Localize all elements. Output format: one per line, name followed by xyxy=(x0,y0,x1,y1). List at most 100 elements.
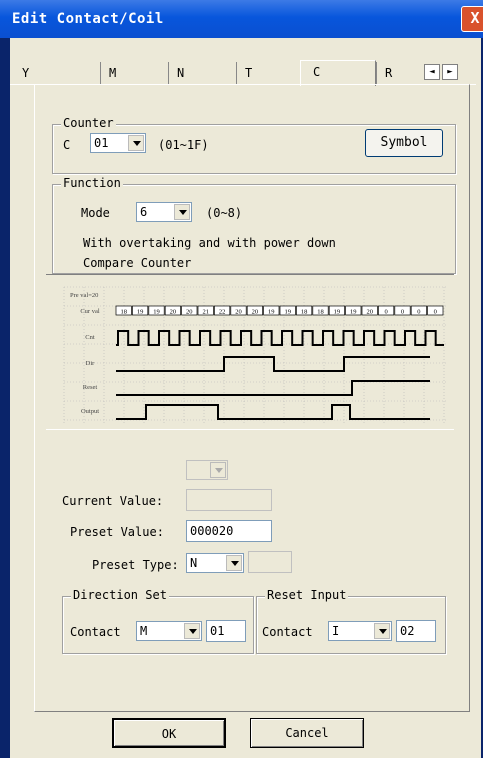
cur-val-text: 0 xyxy=(417,309,420,316)
reset-contact-type-select[interactable]: I xyxy=(328,621,392,641)
reset-contact-number-field[interactable]: 02 xyxy=(396,620,436,642)
output-wave xyxy=(116,404,430,420)
close-icon: X xyxy=(470,9,480,27)
mode-label: Mode xyxy=(81,206,110,220)
tab-scroll-left-button[interactable]: ◄ xyxy=(424,64,440,80)
cur-val-text: 18 xyxy=(301,309,308,316)
counter-c-label: C xyxy=(63,138,71,152)
timing-diagram: Pre val=20Cur valCntDirResetOutput 18 19 1… xyxy=(63,286,446,423)
tab-y[interactable]: Y xyxy=(14,62,72,84)
ok-button[interactable]: OK xyxy=(112,718,226,748)
timing-cur-values: 18 19 19 20 20 21 22 20 20 19 19 18 18 19 19 20 0 0 0 0 xyxy=(115,305,444,316)
reset-contact-label: Contact xyxy=(262,625,313,639)
cur-val-text: 22 xyxy=(219,309,226,316)
symbol-button[interactable]: Symbol xyxy=(365,129,443,157)
timing-row-label: Reset xyxy=(83,384,98,391)
cur-val-text: 19 xyxy=(350,309,357,316)
cur-val-text: 20 xyxy=(186,309,193,316)
tab-r[interactable]: R xyxy=(376,62,420,84)
direction-contact-type-select[interactable]: M xyxy=(136,621,202,641)
cur-val-text: 0 xyxy=(434,309,437,316)
chevron-down-icon xyxy=(210,462,226,478)
ok-button-label: OK xyxy=(161,727,177,741)
counter-range: (01~1F) xyxy=(158,138,209,152)
tab-label: N xyxy=(177,66,185,80)
tab-label: R xyxy=(385,66,393,80)
mode-select[interactable]: 6 xyxy=(136,202,192,222)
timing-row-label: Cur val xyxy=(80,308,100,315)
window-title: Edit Contact/Coil xyxy=(12,11,164,27)
tab-m[interactable]: M xyxy=(100,62,168,84)
counter-number-value: 01 xyxy=(94,136,109,150)
preset-value-field[interactable]: 000020 xyxy=(186,520,272,542)
current-type-select xyxy=(186,460,228,480)
cnt-wave xyxy=(116,330,444,346)
cur-val-text: 18 xyxy=(120,309,127,316)
timing-row-label: Cnt xyxy=(85,334,95,341)
symbol-button-label: Symbol xyxy=(380,135,428,150)
chevron-down-icon[interactable] xyxy=(128,135,144,151)
tab-label: M xyxy=(109,66,117,80)
timing-row-label: Dir xyxy=(86,360,96,367)
cur-val-text: 19 xyxy=(153,309,160,316)
cancel-button-label: Cancel xyxy=(285,726,329,740)
cur-val-text: 19 xyxy=(268,309,275,316)
function-description: With overtaking and with power down xyxy=(83,236,336,250)
function-legend: Function xyxy=(61,176,123,190)
reset-contact-type-value: I xyxy=(332,624,340,638)
preset-type-label: Preset Type: xyxy=(92,558,179,572)
timing-diagram-panel: Pre val=20 Cur val Cnt Dir Reset Output 18 19 1… xyxy=(46,274,454,430)
cur-val-text: 20 xyxy=(252,309,259,316)
right-arrow-icon: ► xyxy=(447,67,453,77)
cur-val-text: 20 xyxy=(170,309,177,316)
timing-waves xyxy=(116,330,444,420)
cur-val-text: 19 xyxy=(137,309,144,316)
reset-input-legend: Reset Input xyxy=(265,588,349,602)
preset-type-select[interactable]: N xyxy=(186,553,244,573)
direction-contact-number-field[interactable]: 01 xyxy=(206,620,246,642)
chevron-down-icon[interactable] xyxy=(374,623,390,639)
counter-number-select[interactable]: 01 xyxy=(90,133,146,153)
reset-wave xyxy=(116,380,430,396)
tab-scroll-right-button[interactable]: ► xyxy=(442,64,458,80)
current-value-field xyxy=(186,489,272,511)
chevron-down-icon[interactable] xyxy=(226,555,242,571)
preset-type-value: N xyxy=(190,556,198,570)
cur-val-text: 0 xyxy=(401,309,404,316)
tab-n[interactable]: N xyxy=(168,62,238,84)
timing-row-label: Output xyxy=(81,408,99,415)
function-description-2: Compare Counter xyxy=(83,256,192,270)
direction-contact-type-value: M xyxy=(140,624,148,638)
preset-extra-field xyxy=(248,551,292,573)
cur-val-text: 20 xyxy=(235,309,242,316)
mode-range: (0~8) xyxy=(206,206,243,220)
tab-label: C xyxy=(313,65,321,79)
tab-strip: Y M N T C R ◄ ► xyxy=(22,60,476,86)
chevron-down-icon[interactable] xyxy=(184,623,200,639)
timing-labels: Pre val=20 Cur val Cnt Dir Reset Output xyxy=(70,292,100,415)
direction-contact-label: Contact xyxy=(70,625,121,639)
direction-set-legend: Direction Set xyxy=(71,588,169,602)
left-arrow-icon: ◄ xyxy=(429,67,435,77)
current-value-label: Current Value: xyxy=(62,494,164,508)
preset-value-label: Preset Value: xyxy=(70,525,164,539)
cancel-button[interactable]: Cancel xyxy=(250,718,364,748)
tab-label: T xyxy=(245,66,253,80)
cur-val-text: 21 xyxy=(202,309,209,316)
cur-val-text: 19 xyxy=(334,309,341,316)
title-bar[interactable]: Edit Contact/Coil X xyxy=(0,0,483,38)
tab-t[interactable]: T xyxy=(236,62,306,84)
tab-label: Y xyxy=(22,66,30,80)
cur-val-text: 20 xyxy=(366,309,373,316)
preval-label: Pre val=20 xyxy=(70,292,98,299)
dir-wave xyxy=(116,356,430,372)
tab-c[interactable]: C xyxy=(300,60,376,86)
close-button[interactable]: X xyxy=(461,6,483,32)
cur-val-text: 0 xyxy=(384,309,387,316)
cur-val-text: 18 xyxy=(317,309,324,316)
chevron-down-icon[interactable] xyxy=(174,204,190,220)
mode-value: 6 xyxy=(140,205,148,219)
cur-val-text: 19 xyxy=(284,309,291,316)
counter-legend: Counter xyxy=(61,116,116,130)
dialog-window: Edit Contact/Coil X Y M N T C R ◄ ► Coun… xyxy=(0,0,483,758)
